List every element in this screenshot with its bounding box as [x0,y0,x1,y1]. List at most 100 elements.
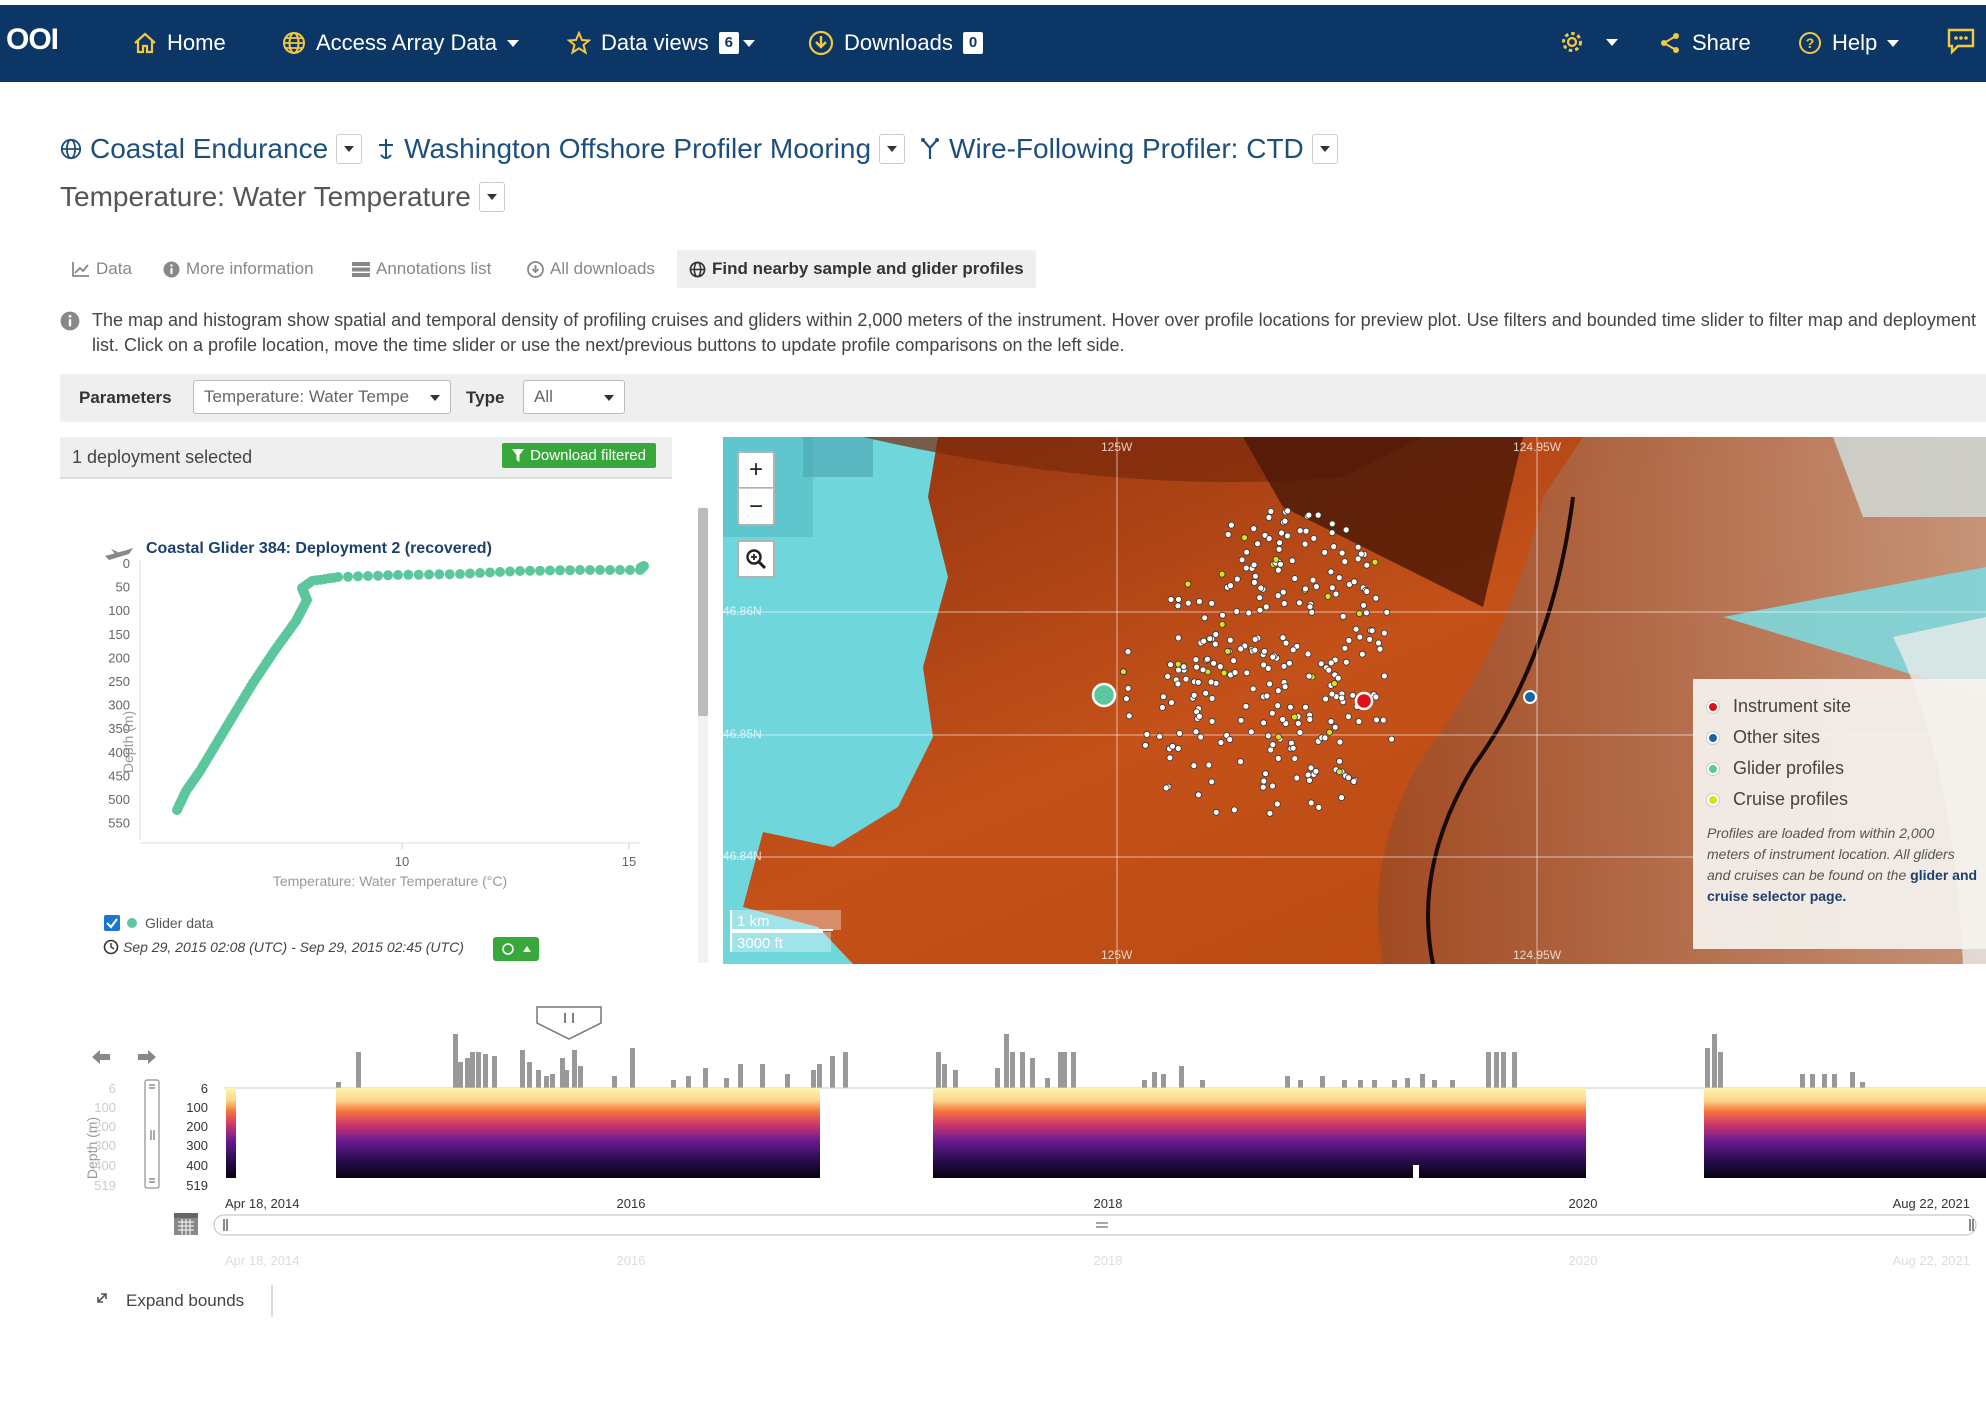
profile-marker [1321,734,1329,742]
time-range-slider[interactable] [213,1214,1977,1236]
download-filtered-button[interactable]: Download filtered [502,443,656,468]
depth-tick-faint: 300 [94,1138,116,1153]
nav-feedback[interactable] [1946,27,1976,55]
time-handle[interactable] [536,1006,602,1040]
histogram-bar [686,1076,691,1088]
profile-marker [1327,568,1335,576]
mooring-dropdown[interactable] [879,134,906,164]
depth-range-slider[interactable] [144,1079,160,1189]
histogram-bar [1342,1080,1347,1088]
zoom-extent-button[interactable] [737,540,775,578]
list-icon [352,262,370,277]
profile-marker [1281,683,1289,691]
nav-settings[interactable] [1560,30,1618,54]
profile-marker [1269,741,1277,749]
nav-home[interactable]: Home [133,30,226,56]
chevron-down-icon [344,146,355,152]
globe-icon [60,138,82,160]
lon-label: 125W [1101,948,1133,962]
download-icon [527,260,544,278]
breadcrumb-mooring[interactable]: Washington Offshore Profiler Mooring [404,133,871,165]
svg-text:Expand bounds: Expand bounds [126,1291,244,1310]
histogram-bar [1285,1076,1290,1088]
type-select[interactable]: All [523,380,625,414]
nav-downloads[interactable]: Downloads 0 [808,30,984,56]
profile-marker [1284,507,1291,515]
zoom-out-button[interactable]: − [737,488,775,526]
profile-marker [1376,645,1384,653]
profile-marker [1360,601,1367,609]
profile-point [555,565,565,576]
profile-marker [1247,728,1255,736]
filter-bar: Parameters Temperature: Water Tempe Type… [60,374,1986,422]
profile-marker [1208,717,1216,725]
profile-time-range: Sep 29, 2015 02:08 (UTC) - Sep 29, 2015 … [123,939,464,955]
breadcrumb-instrument[interactable]: Wire-Following Profiler: CTD [949,133,1304,165]
profile-marker [1291,713,1298,721]
profile-marker [1218,620,1226,628]
histogram-bar [1392,1080,1397,1088]
profile-marker [1309,576,1317,584]
profile-marker [1327,659,1335,667]
lat-label: 46.85N [723,727,762,741]
profile-point [585,565,595,575]
glider-site-marker[interactable] [1091,682,1117,708]
profile-marker [1166,754,1174,762]
calendar-icon[interactable] [174,1213,198,1235]
nav-data-views[interactable]: Data views 6 [567,30,755,56]
profile-marker [1345,713,1352,721]
parameters-select[interactable]: Temperature: Water Tempe [193,380,451,414]
profile-marker [1174,745,1182,752]
tab-annotations-list[interactable]: Annotations list [352,250,491,288]
profile-marker [1321,549,1329,556]
profile-marker [1338,794,1345,801]
glider-data-checkbox[interactable] [104,915,120,931]
profile-marker [1256,606,1264,614]
temperature-tick-label: 15 [622,854,636,869]
tab-all-downloads[interactable]: All downloads [527,250,655,288]
nav-access-array-data[interactable]: Access Array Data [282,30,519,56]
tab-data[interactable]: Data [72,250,132,288]
breadcrumb-site[interactable]: Coastal Endurance [90,133,328,165]
profile-point [535,565,545,576]
instrument-site-marker[interactable] [1354,691,1374,711]
profile-marker [1267,508,1275,515]
nav-help[interactable]: ? Help [1798,30,1900,56]
histogram-bar [1860,1082,1865,1088]
deployment-selected: 1 deployment selected [72,447,253,467]
other-site-marker[interactable] [1523,690,1537,704]
lat-label: 46.86N [723,604,762,618]
time-nav-button[interactable] [493,937,539,961]
site-dropdown[interactable] [336,134,363,164]
lon-label: 124.95W [1513,440,1562,454]
histogram-bar [936,1052,941,1088]
ooi-logo[interactable]: OOI [6,23,59,57]
instrument-dropdown[interactable] [1311,134,1338,164]
expand-bounds-button[interactable]: Expand bounds [97,1291,244,1310]
chevron-down-icon [1319,146,1330,152]
profile-marker [1368,627,1376,635]
profile-marker [1262,603,1270,611]
profile-marker [1184,580,1192,588]
profile-marker [1275,566,1282,574]
scale-km: 1 km [737,913,770,930]
histogram-bar [1020,1052,1025,1088]
nav-share[interactable]: Share [1658,30,1751,56]
zoom-in-button[interactable]: + [737,451,775,489]
depth-tick-label: 100 [186,1100,208,1115]
histogram-bar [1071,1052,1076,1088]
map-view[interactable]: 125W 124.95W 125W 124.95W 46.86N 46.85N … [723,437,1986,964]
tab-find-nearby-profiles[interactable]: Find nearby sample and glider profiles [677,250,1036,288]
profile-marker [1354,543,1362,551]
parameter-dropdown[interactable] [478,182,505,212]
tab-more-information[interactable]: More information [163,250,314,288]
profile-marker [1250,525,1258,532]
arrows-horizontal-icon[interactable] [92,1050,156,1064]
help-icon: ? [1799,32,1821,54]
profile-point [373,570,383,581]
profile-marker [1124,684,1132,692]
profile-marker [1279,715,1287,723]
histogram-bar [830,1056,835,1088]
scrollbar-thumb[interactable] [698,508,708,716]
histogram-bar [550,1074,555,1088]
